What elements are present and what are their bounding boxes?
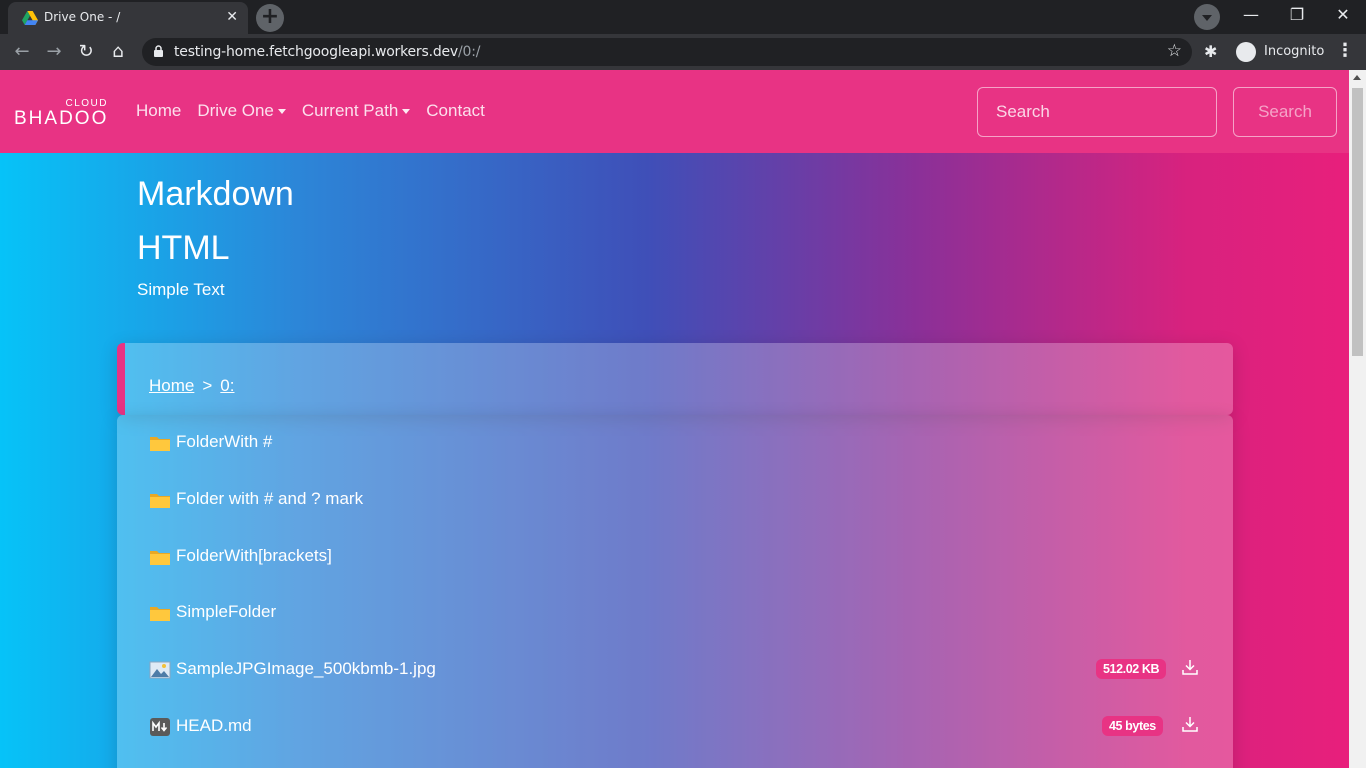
search-button[interactable]: Search (1233, 87, 1337, 137)
browser-menu-icon[interactable]: ⋮ (1336, 40, 1354, 61)
file-list: FolderWith # Folder with # and ? mark Fo… (117, 415, 1233, 768)
file-list-item[interactable]: SampleJPGImage_500kbmb-1.jpg 512.02 KB (149, 656, 1209, 686)
back-icon[interactable]: ← (10, 40, 34, 64)
folder-icon (150, 494, 170, 508)
download-icon[interactable] (1181, 715, 1199, 733)
brand-logo[interactable]: CLOUD BHADOO (14, 98, 114, 130)
tab-search-icon[interactable] (1194, 4, 1220, 30)
lock-icon (154, 45, 163, 57)
browser-tab[interactable]: Drive One - / ✕ (8, 2, 248, 34)
google-drive-icon (22, 11, 38, 25)
tab-close-icon[interactable]: ✕ (226, 9, 238, 25)
tab-title: Drive One - / (44, 10, 121, 24)
address-bar[interactable]: testing-home.fetchgoogleapi.workers.dev/… (142, 38, 1192, 66)
image-file-icon (149, 661, 171, 679)
markdown-file-icon (150, 718, 170, 736)
scrollbar-thumb[interactable] (1352, 88, 1363, 356)
extensions-icon[interactable]: ✱ (1204, 42, 1217, 61)
search-input[interactable] (977, 87, 1217, 137)
page-scrollbar[interactable] (1349, 70, 1366, 768)
nav-link-home[interactable]: Home (136, 101, 181, 121)
folder-icon (150, 551, 170, 565)
readme-content: Markdown HTML Simple Text (137, 174, 294, 300)
folder-icon (150, 607, 170, 621)
readme-text: Simple Text (137, 280, 225, 299)
readme-heading-html: HTML (137, 229, 230, 267)
breadcrumb-current-link[interactable]: 0: (220, 376, 234, 395)
browser-tabstrip: Drive One - / ✕ + — ❐ ✕ (0, 0, 1366, 34)
page-viewport: CLOUD BHADOO Home Drive One Current Path… (0, 70, 1349, 768)
breadcrumb-home-link[interactable]: Home (149, 376, 194, 395)
file-list-item[interactable]: HEAD.md 45 bytes (149, 713, 1209, 743)
bookmark-star-icon[interactable]: ☆ (1167, 41, 1182, 61)
file-name: SampleJPGImage_500kbmb-1.jpg (176, 659, 436, 678)
breadcrumb-card: Home >0: (117, 343, 1233, 415)
file-name: SimpleFolder (176, 602, 277, 621)
chevron-down-icon (402, 109, 411, 115)
home-icon[interactable]: ⌂ (106, 40, 130, 64)
file-list-item[interactable]: FolderWith # (149, 429, 1209, 459)
browser-toolbar: ← → ↻ ⌂ testing-home.fetchgoogleapi.work… (0, 34, 1366, 70)
readme-heading-markdown: Markdown (137, 175, 294, 213)
nav-dropdown-current-path[interactable]: Current Path (302, 101, 411, 121)
file-name: Folder with # and ? mark (176, 489, 364, 508)
reload-icon[interactable]: ↻ (74, 40, 98, 64)
chevron-down-icon (277, 109, 286, 115)
incognito-badge[interactable]: Incognito (1232, 38, 1326, 66)
nav-links: Home Drive One Current Path Contact (136, 101, 485, 121)
brand-main-text: BHADOO (14, 108, 109, 129)
restore-icon[interactable]: ❐ (1274, 0, 1320, 32)
incognito-icon (1236, 42, 1256, 62)
file-name: FolderWith # (176, 432, 273, 451)
file-list-item[interactable]: FolderWith[brackets] (149, 543, 1209, 573)
download-icon[interactable] (1181, 658, 1199, 676)
file-list-item[interactable]: Folder with # and ? mark (149, 486, 1209, 516)
nav-link-contact[interactable]: Contact (426, 101, 485, 121)
file-size-badge: 512.02 KB (1096, 659, 1167, 679)
breadcrumb: Home >0: (149, 376, 234, 396)
site-navbar: CLOUD BHADOO Home Drive One Current Path… (0, 70, 1349, 153)
scroll-up-icon[interactable] (1353, 75, 1361, 80)
forward-icon[interactable]: → (42, 40, 66, 64)
file-size-badge: 45 bytes (1102, 716, 1163, 736)
nav-dropdown-drive-one[interactable]: Drive One (197, 101, 286, 121)
file-list-item[interactable]: SimpleFolder (149, 599, 1209, 629)
breadcrumb-separator: > (202, 376, 213, 395)
new-tab-button[interactable]: + (256, 4, 284, 32)
minimize-icon[interactable]: — (1228, 0, 1274, 32)
file-name: HEAD.md (176, 716, 252, 735)
close-window-icon[interactable]: ✕ (1320, 0, 1366, 32)
file-name: FolderWith[brackets] (176, 546, 332, 565)
url-text: testing-home.fetchgoogleapi.workers.dev/… (174, 44, 481, 60)
incognito-label: Incognito (1264, 44, 1325, 59)
folder-icon (150, 437, 170, 451)
